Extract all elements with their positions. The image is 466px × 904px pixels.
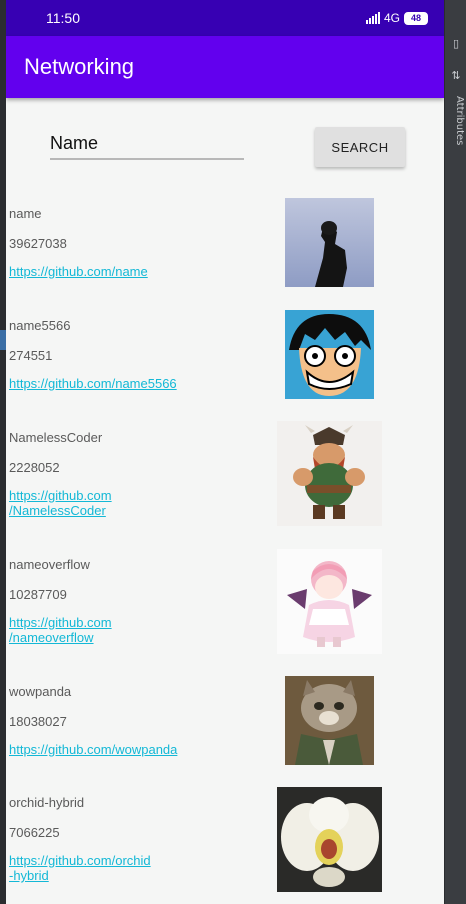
user-profile-link[interactable]: https://github.com/orchid -hybrid — [9, 853, 151, 883]
signal-icon — [365, 12, 380, 24]
avatar — [285, 198, 374, 287]
status-time: 11:50 — [46, 10, 80, 26]
user-id: 7066225 — [9, 825, 60, 840]
app-title: Networking — [24, 54, 135, 79]
user-profile-link[interactable]: https://github.com /NamelessCoder — [9, 488, 112, 518]
cat-in-jacket-icon — [285, 676, 374, 765]
anime-face-icon — [285, 310, 374, 399]
phone-screen: 11:50 4G 48 Networking SEARCH name 39627… — [6, 0, 444, 904]
user-id: 2228052 — [9, 460, 60, 475]
user-id: 39627038 — [9, 236, 67, 251]
avatar — [277, 421, 382, 526]
user-login: nameoverflow — [9, 557, 90, 572]
user-profile-link[interactable]: https://github.com/name — [9, 264, 148, 279]
ide-attributes-tab[interactable]: Attributes — [447, 96, 465, 156]
avatar — [277, 549, 382, 654]
silhouette-photo-icon — [285, 198, 374, 287]
orchid-flower-icon — [277, 787, 382, 892]
search-button[interactable]: SEARCH — [315, 127, 405, 167]
user-login: wowpanda — [9, 684, 72, 699]
network-type: 4G — [383, 11, 400, 25]
user-id: 274551 — [9, 348, 53, 363]
user-login: name — [9, 206, 42, 221]
user-profile-link[interactable]: https://github.com/name5566 — [9, 376, 177, 391]
ide-side-strip: ▯ ⇅ Attributes — [444, 0, 466, 904]
user-login: orchid-hybrid — [9, 795, 85, 810]
viking-character-icon — [277, 421, 382, 526]
ide-pin-icon[interactable]: ▯ — [450, 38, 462, 50]
user-profile-link[interactable]: https://github.com/wowpanda — [9, 742, 177, 757]
avatar — [277, 787, 382, 892]
app-bar: Networking — [6, 36, 444, 98]
status-bar: 11:50 4G 48 — [6, 0, 444, 36]
avatar — [285, 676, 374, 765]
ide-settings-icon[interactable]: ⇅ — [450, 70, 462, 82]
battery-icon: 48 — [404, 11, 428, 25]
user-login: NamelessCoder — [9, 430, 103, 445]
avatar — [285, 310, 374, 399]
anime-girl-icon — [277, 549, 382, 654]
user-id: 10287709 — [9, 587, 67, 602]
user-login: name5566 — [9, 318, 71, 333]
user-profile-link[interactable]: https://github.com /nameoverflow — [9, 615, 112, 645]
status-icons: 4G 48 — [365, 9, 428, 27]
user-id: 18038027 — [9, 714, 67, 729]
search-input[interactable] — [50, 128, 244, 160]
